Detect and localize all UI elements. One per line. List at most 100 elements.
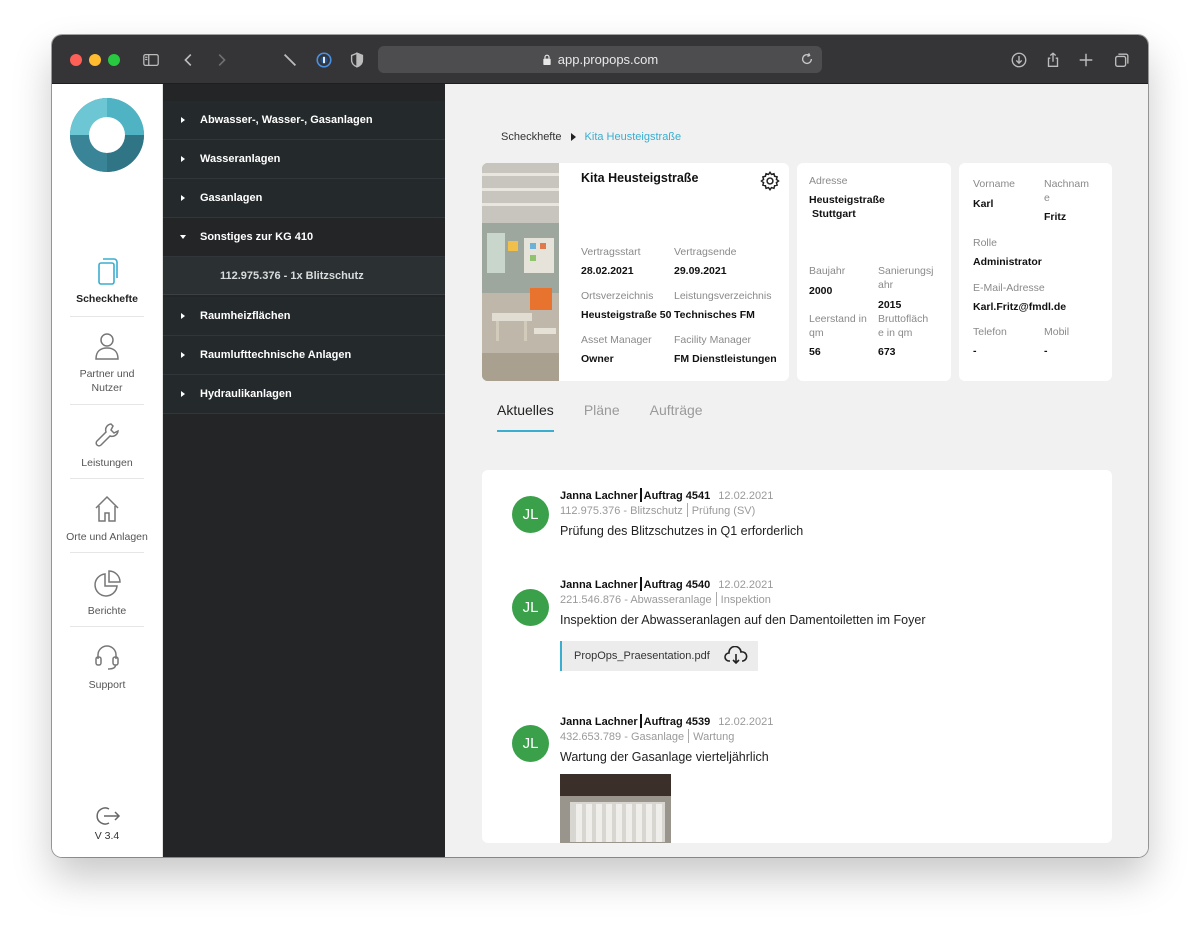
leerstand-value: 56 <box>809 346 821 358</box>
ortsverzeichnis-value: Heusteigstraße 50 <box>581 309 672 321</box>
logout-version[interactable]: V 3.4 <box>52 804 162 842</box>
tree-item-abwasser[interactable]: Abwasser-, Wasser-, Gasanlagen <box>163 101 445 140</box>
cloud-download-icon[interactable] <box>724 646 748 666</box>
divider <box>639 577 642 591</box>
vertragsstart-label: Vertragsstart <box>581 246 641 258</box>
divider <box>70 478 144 479</box>
shield-icon[interactable] <box>345 48 369 72</box>
divider <box>70 404 144 405</box>
vertragsende-value: 29.09.2021 <box>674 265 727 277</box>
tree-item-sonstiges[interactable]: Sonstiges zur KG 410 <box>163 218 445 257</box>
home-icon <box>95 495 119 522</box>
reload-icon[interactable] <box>800 52 814 66</box>
password-manager-icon[interactable] <box>312 48 336 72</box>
adresse-label: Adresse <box>809 175 848 187</box>
tree-item-wasseranlagen[interactable]: Wasseranlagen <box>163 140 445 179</box>
entry-header: Janna Lachner Auftrag 4540 12.02.2021 <box>560 577 773 591</box>
back-icon[interactable] <box>177 48 201 72</box>
tree-item-raumlufttechnische[interactable]: Raumlufttechnische Anlagen <box>163 336 445 375</box>
address-bar[interactable]: app.propops.com <box>378 46 822 73</box>
tab-auftraege[interactable]: Aufträge <box>650 402 703 432</box>
entry-type: Inspektion <box>720 594 771 606</box>
propops-logo <box>70 98 144 172</box>
entry-text: Prüfung des Blitzschutzes in Q1 erforder… <box>560 524 804 538</box>
attachment-name: PropOps_Praesentation.pdf <box>574 650 710 662</box>
entry-author: Janna Lachner <box>560 716 638 728</box>
tree-item-label: Raumheizflächen <box>200 310 291 322</box>
tree-item-gasanlagen[interactable]: Gasanlagen <box>163 179 445 218</box>
nav-partner-und-nutzer[interactable]: Partner und Nutzer <box>52 331 162 395</box>
sidebar-toggle-icon[interactable] <box>139 48 163 72</box>
asset-manager-value: Owner <box>581 353 614 365</box>
tree-item-hydraulikanlagen[interactable]: Hydraulikanlagen <box>163 375 445 414</box>
wrench-icon <box>95 423 119 447</box>
tree-item-label: Wasseranlagen <box>200 153 281 165</box>
caret-right-icon <box>181 117 185 123</box>
nav-berichte[interactable]: Berichte <box>52 568 162 618</box>
gear-icon[interactable] <box>759 170 781 192</box>
entry-date: 12.02.2021 <box>718 490 774 502</box>
divider <box>688 729 690 743</box>
entry-order[interactable]: Auftrag 4539 <box>644 716 711 728</box>
download-icon[interactable] <box>1007 48 1031 72</box>
minimize-window-button[interactable] <box>89 54 101 66</box>
vorname-value: Karl <box>973 198 994 210</box>
tree-item-label: Sonstiges zur KG 410 <box>200 231 314 243</box>
copy-icon <box>98 258 118 285</box>
nav-orte-und-anlagen[interactable]: Orte und Anlagen <box>52 494 162 544</box>
tree-item-label: Raumlufttechnische Anlagen <box>200 349 352 361</box>
lock-icon <box>543 54 551 65</box>
email-value[interactable]: Karl.Fritz@fmdl.de <box>973 301 1066 313</box>
attachment-photo[interactable] <box>560 774 671 843</box>
leistungsverzeichnis-label: Leistungsverzeichnis <box>674 290 772 302</box>
sanierungsjahr-label-2: ahr <box>878 279 894 291</box>
attachment-file[interactable]: PropOps_Praesentation.pdf <box>560 641 758 671</box>
facility-manager-label: Facility Manager <box>674 334 752 346</box>
share-icon[interactable] <box>1041 48 1065 72</box>
entry-ref: 432.653.789 - Gasanlage <box>560 731 685 743</box>
entry-ref: 112.975.376 - Blitzschutz <box>560 505 683 517</box>
url-text: app.propops.com <box>557 52 659 67</box>
tab-aktuelles[interactable]: Aktuelles <box>497 402 554 432</box>
nav-leistungen[interactable]: Leistungen <box>52 420 162 470</box>
divider <box>639 714 642 728</box>
email-label: E-Mail-Adresse <box>973 282 1045 294</box>
divider <box>639 488 642 502</box>
leistungsverzeichnis-value: Technisches FM <box>674 309 755 321</box>
divider <box>715 592 717 606</box>
tree-item-label: Gasanlagen <box>200 192 263 204</box>
nav-label: Leistungen <box>81 457 133 469</box>
nav-label: Partner und Nutzer <box>79 368 135 394</box>
tab-plaene[interactable]: Pläne <box>584 402 620 432</box>
nav-label: Berichte <box>87 605 127 617</box>
tree-subitem-blitzschutz[interactable]: 112.975.376 - 1x Blitzschutz <box>163 257 445 295</box>
forward-icon[interactable] <box>209 48 233 72</box>
property-photo <box>482 163 559 381</box>
tree-item-raumheizflaechen[interactable]: Raumheizflächen <box>163 297 445 336</box>
entry-date: 12.02.2021 <box>718 716 774 728</box>
nav-scheckhefte[interactable]: Scheckhefte <box>52 256 162 306</box>
pen-extension-icon[interactable] <box>278 48 302 72</box>
vertragsstart-value: 28.02.2021 <box>581 265 634 277</box>
sanierungsjahr-label: Sanierungsj <box>878 265 934 277</box>
close-window-button[interactable] <box>70 54 82 66</box>
tab-overview-icon[interactable] <box>1110 48 1134 72</box>
entry-reference: 221.546.876 - Abwasseranlage Inspektion <box>560 592 771 606</box>
entry-header: Janna Lachner Auftrag 4539 12.02.2021 <box>560 714 773 728</box>
tree-item-label: Hydraulikanlagen <box>200 388 292 400</box>
logout-icon <box>96 807 121 825</box>
entry-author: Janna Lachner <box>560 490 638 502</box>
user-icon <box>95 333 119 360</box>
entry-type: Prüfung (SV) <box>691 505 756 517</box>
tree-item-label: Abwasser-, Wasser-, Gasanlagen <box>200 114 373 126</box>
bruttoflaeche-value: 673 <box>878 346 896 358</box>
entry-order[interactable]: Auftrag 4540 <box>644 579 711 591</box>
version-label: V 3.4 <box>94 830 120 842</box>
zoom-window-button[interactable] <box>108 54 120 66</box>
nav-label: Support <box>88 679 126 691</box>
breadcrumb-root[interactable]: Scheckhefte <box>501 131 562 143</box>
new-tab-icon[interactable] <box>1074 48 1098 72</box>
entry-order[interactable]: Auftrag 4541 <box>644 490 711 502</box>
browser-window: app.propops.com Scheckhefte Partner und … <box>52 35 1148 857</box>
nav-support[interactable]: Support <box>52 642 162 692</box>
